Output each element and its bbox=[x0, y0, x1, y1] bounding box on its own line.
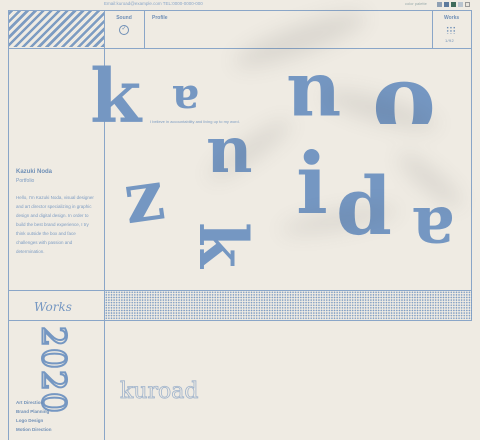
check-circle-icon: ✓ bbox=[119, 25, 129, 35]
nav-profile[interactable]: Profile bbox=[152, 15, 168, 21]
work-category: Logo Design bbox=[16, 418, 44, 423]
profile-name: Kazuki Noda bbox=[16, 169, 53, 175]
logo-letter: a bbox=[412, 192, 455, 270]
frame-line bbox=[8, 320, 472, 321]
work-category: Motion Direction bbox=[16, 427, 52, 432]
work-title[interactable]: kuroad bbox=[120, 379, 199, 405]
sound-toggle[interactable]: Sound ✓ bbox=[105, 11, 144, 48]
contact-info: Email:kuroad@example.com TEL:0000-0000-0… bbox=[104, 1, 203, 6]
palette-swatch[interactable] bbox=[465, 1, 470, 7]
palette-swatch[interactable] bbox=[437, 1, 442, 7]
sound-label: Sound bbox=[116, 15, 132, 21]
work-category: Brand Planning bbox=[16, 409, 50, 414]
logo-letter: u bbox=[206, 123, 253, 198]
frame-line bbox=[471, 10, 472, 320]
palette-swatch[interactable] bbox=[444, 1, 449, 7]
palette-swatch[interactable] bbox=[451, 1, 456, 7]
profile-bio: Hello, I'm Kazuki Noda, visual designer … bbox=[16, 195, 94, 254]
logo-letter: o bbox=[372, 52, 437, 124]
works-count: 1/92 bbox=[445, 38, 454, 43]
tagline: I believe in accountability and living u… bbox=[150, 119, 240, 124]
palette-swatch[interactable] bbox=[458, 1, 463, 7]
work-category: Art Direction bbox=[16, 400, 44, 405]
works-heading: Works bbox=[34, 300, 72, 314]
logo-letter: k bbox=[90, 54, 142, 140]
profile-role: Portfolio bbox=[16, 178, 35, 184]
logo-letter: a bbox=[172, 76, 200, 125]
hatch-pattern bbox=[9, 11, 104, 47]
top-bar: Email:kuroad@example.com TEL:0000-0000-0… bbox=[0, 0, 480, 10]
nav-works[interactable]: Works bbox=[444, 15, 459, 21]
palette-label: color palette bbox=[405, 1, 427, 6]
logo-letter: z bbox=[118, 152, 170, 241]
dot-pattern bbox=[105, 291, 472, 320]
frame-line bbox=[8, 10, 9, 440]
logo-letter: u bbox=[286, 58, 342, 147]
logo-letter: d bbox=[336, 159, 392, 253]
frame-line bbox=[432, 10, 433, 48]
logo-letter: i bbox=[296, 134, 328, 233]
grid-dots-icon[interactable] bbox=[446, 26, 456, 34]
frame-line bbox=[8, 48, 472, 49]
logo-letter: k bbox=[183, 222, 262, 268]
frame-line bbox=[144, 10, 145, 48]
